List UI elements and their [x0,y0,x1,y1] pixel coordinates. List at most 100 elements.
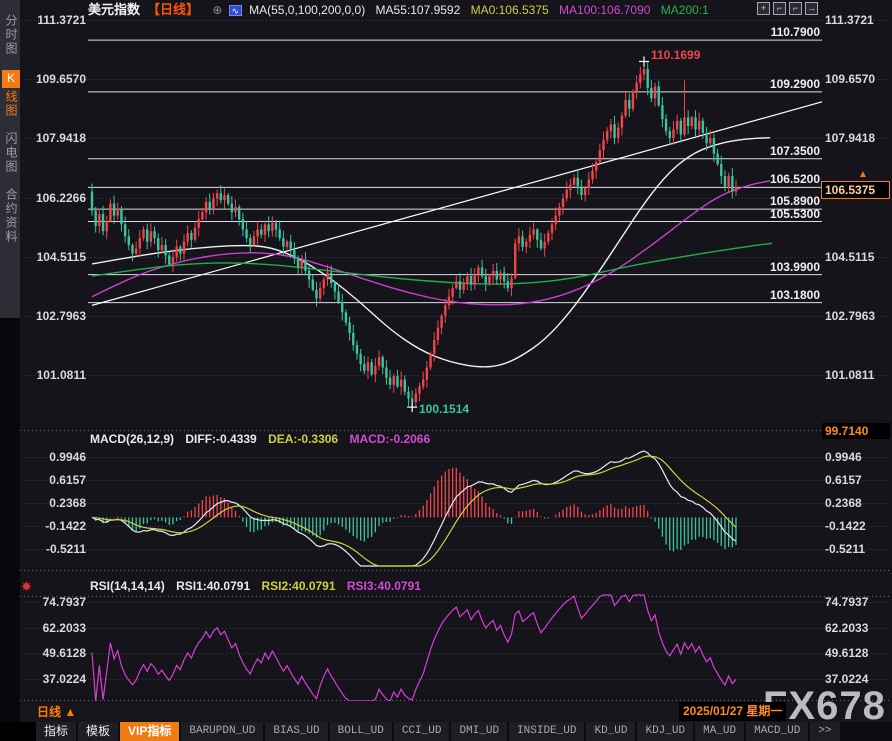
macd-layer [92,451,736,566]
sidebar-item-tab[interactable]: 分时图 [3,14,20,56]
range-bottom-badge: 99.7140 [822,423,890,439]
price-axis-label: 101.0811 [22,368,86,383]
exit-panel-icon[interactable]: → [805,2,818,15]
chart-app: 分时图 K线图闪电图合约资料 美元指数【日线】 ⊕ ∿ MA(55,0,100,2… [0,0,892,741]
price-axis-label: 109.6570 [825,72,889,87]
overlay-lines-layer [92,102,822,367]
price-axis-label: 111.3721 [825,13,889,28]
macd-axis-label: 0.2368 [22,496,86,511]
level-price-label: 110.7900 [690,25,820,39]
rsi-axis-label: 62.2033 [22,621,86,636]
level-price-label: 106.5200 [690,172,820,186]
chart-title-bar: 美元指数【日线】 ⊕ ∿ MA(55,0,100,200,0,0) MA55:1… [88,0,748,19]
rsi-axis-label: 74.7937 [22,595,86,610]
price-axis-label: 107.9418 [22,131,86,146]
axis-scale-left-icon[interactable]: ⌐ [773,2,786,15]
toolbar-tab-inside_ud[interactable]: INSIDE_UD [509,722,584,741]
toolbar-tab-kd_ud[interactable]: KD_UD [586,722,635,741]
sidebar-item-tab[interactable]: 闪电图 [3,132,20,174]
price-axis-label: 104.5115 [825,250,889,265]
level-price-label: 103.9900 [690,260,820,274]
low-price-label: 100.1514 [419,402,469,416]
rsi1-value: RSI1:40.0791 [176,579,250,593]
macd-axis-label: 0.6157 [825,473,889,488]
macd-axis-label: -0.1422 [22,519,86,534]
period-tag[interactable]: 【日线】 [147,2,199,17]
axis-scale-right-icon[interactable]: ⌐ [789,2,802,15]
toolbar-tab-模板[interactable]: 模板 [78,722,118,741]
current-date-badge: 2025/01/27 星期一 [679,702,786,721]
candles-layer [91,61,737,407]
window-icon-group: +⌐⌐→ [757,2,818,15]
rsi-header: RSI(14,14,14) RSI1:40.0791 RSI2:40.0791 … [90,579,421,593]
macd-axis-label: -0.5211 [825,542,889,557]
high-price-label: 110.1699 [651,48,700,62]
price-axis-label: 109.6570 [22,72,86,87]
rsi-axis-label: 74.7937 [825,595,889,610]
ma200-value: MA200:1 [661,3,709,17]
toolbar-tab-指标[interactable]: 指标 [36,722,76,741]
macd-axis-label: 0.9946 [825,450,889,465]
price-axis-label: 102.7963 [22,309,86,324]
chart-canvas [0,0,892,741]
toolbar-corner [0,722,36,741]
ma0-value: MA0:106.5375 [471,3,549,17]
toolbar-tab-vip指标[interactable]: VIP指标 [120,722,179,741]
indicator-toolbar: 指标模板VIP指标BARUPDN_UDBIAS_UDBOLL_UDCCI_UDD… [0,722,892,741]
macd-axis-label: 0.6157 [22,473,86,488]
toolbar-tab-cci_ud[interactable]: CCI_UD [394,722,450,741]
rsi-axis-label: 62.2033 [825,621,889,636]
rsi-layer [92,595,736,701]
macd-axis-label: -0.1422 [825,519,889,534]
toolbar-tab-barupdn_ud[interactable]: BARUPDN_UD [181,722,263,741]
toolbar-tab-bias_ud[interactable]: BIAS_UD [265,722,327,741]
level-price-label: 107.3500 [690,144,820,158]
macd-dea-value: DEA:-0.3306 [268,432,338,446]
price-axis-label: 104.5115 [22,250,86,265]
ma55-value: MA55:107.9592 [376,3,461,17]
chart-type-icon[interactable]: ∿ [229,5,242,16]
toolbar-tab-boll_ud[interactable]: BOLL_UD [330,722,392,741]
macd-axis-label: 0.9946 [22,450,86,465]
macd-axis-label: 0.2368 [825,496,889,511]
rsi-axis-label: 37.0224 [22,672,86,687]
rsi2-value: RSI2:40.0791 [261,579,335,593]
price-axis-label: 101.0811 [825,368,889,383]
symbol-name: 美元指数 [88,2,140,17]
macd-axis-label: -0.5211 [22,542,86,557]
price-axis-label: 106.2266 [22,191,86,206]
rsi-axis-label: 49.6128 [22,646,86,661]
rsi3-value: RSI3:40.0791 [347,579,421,593]
level-price-label: 109.2900 [690,77,820,91]
starburst-icon: ✸ [21,579,32,595]
macd-params-label: MACD(26,12,9) [90,432,174,446]
ma100-value: MA100:106.7090 [559,3,650,17]
left-sidebar: 分时图 K线图闪电图合约资料 [0,0,20,318]
price-up-arrow-icon: ▲ [858,169,868,180]
sidebar-item-tab[interactable]: 合约资料 [3,188,20,244]
rsi-axis-label: 37.0224 [825,672,889,687]
gridlines-layer [20,21,892,701]
move-icon[interactable]: + [757,2,770,15]
rsi-params-label: RSI(14,14,14) [90,579,165,593]
period-selector[interactable]: 日线 ▲ [37,703,76,720]
price-axis-label: 111.3721 [22,13,86,28]
sidebar-item-active[interactable]: K线图 [3,70,20,118]
toolbar-tab-macd_ud[interactable]: MACD_UD [746,722,808,741]
toolbar-tab-dmi_ud[interactable]: DMI_UD [451,722,507,741]
add-indicator-icon[interactable]: ⊕ [212,3,222,17]
macd-diff-value: DIFF:-0.4339 [185,432,256,446]
active-tab-badge: K [2,70,20,88]
rsi-axis-label: 49.6128 [825,646,889,661]
price-axis-label: 107.9418 [825,131,889,146]
level-price-label: 103.1800 [690,288,820,302]
current-price-badge: 106.5375 [821,181,890,199]
macd-header: MACD(26,12,9) DIFF:-0.4339 DEA:-0.3306 M… [90,432,430,446]
price-axis-label: 102.7963 [825,309,889,324]
left-sidebar-lower [0,318,20,741]
ma-settings-label: MA(55,0,100,200,0,0) [249,3,365,17]
toolbar-tab-ma_ud[interactable]: MA_UD [695,722,744,741]
toolbar-tab-kdj_ud[interactable]: KDJ_UD [637,722,693,741]
toolbar-tab->>[interactable]: >> [810,722,839,741]
macd-macd-value: MACD:-0.2066 [349,432,430,446]
